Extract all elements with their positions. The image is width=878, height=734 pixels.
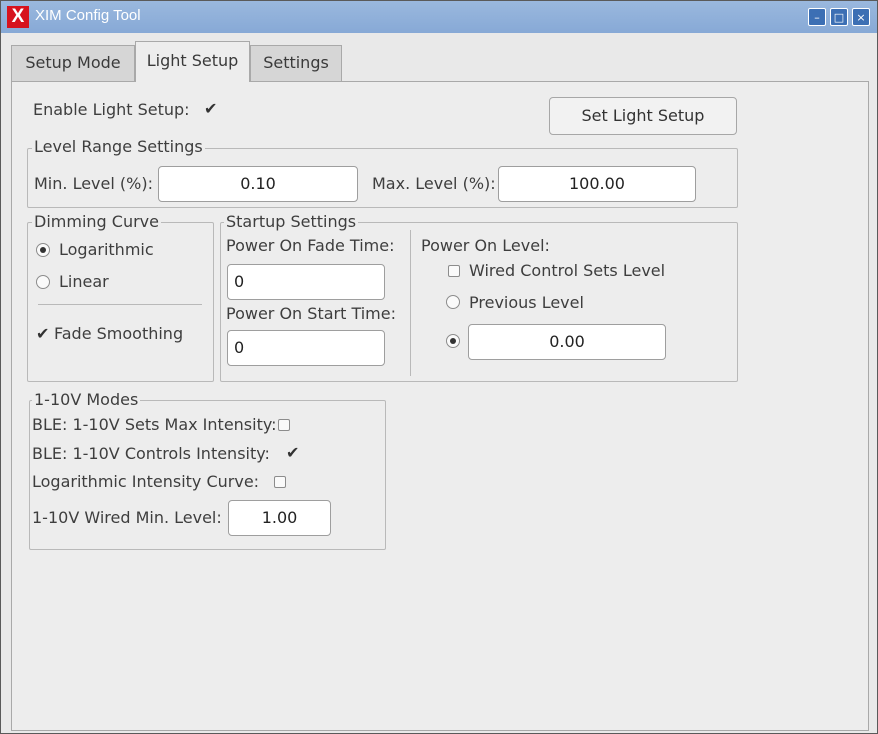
logarithmic-radio[interactable] [36, 243, 50, 257]
fade-time-label: Power On Fade Time: [226, 236, 395, 255]
enable-light-setup-label: Enable Light Setup: [33, 100, 190, 119]
tab-settings[interactable]: Settings [250, 45, 342, 81]
tab-setup-mode[interactable]: Setup Mode [11, 45, 135, 81]
previous-level-radio[interactable] [446, 295, 460, 309]
enable-light-setup-checkbox[interactable]: ✔ [204, 101, 217, 117]
power-on-level-input[interactable]: 0.00 [468, 324, 666, 360]
wired-min-input[interactable]: 1.00 [228, 500, 331, 536]
ble-max-label: BLE: 1-10V Sets Max Intensity: [32, 415, 277, 434]
window-title: XIM Config Tool [35, 7, 141, 24]
wired-control-checkbox[interactable] [448, 265, 460, 277]
level-range-title: Level Range Settings [32, 137, 205, 156]
max-level-label: Max. Level (%): [372, 174, 496, 193]
close-button[interactable]: × [852, 8, 870, 26]
light-setup-panel: Enable Light Setup: ✔ Set Light Setup Le… [11, 81, 869, 731]
ble-controls-label: BLE: 1-10V Controls Intensity: [32, 444, 270, 463]
linear-label: Linear [59, 272, 109, 291]
ble-controls-checkbox[interactable]: ✔ [286, 445, 299, 461]
fade-smoothing-label: Fade Smoothing [54, 324, 184, 343]
title-bar[interactable]: X XIM Config Tool – □ × [1, 1, 877, 33]
startup-divider [410, 230, 411, 376]
wired-control-label: Wired Control Sets Level [469, 261, 666, 280]
tab-light-setup[interactable]: Light Setup [135, 41, 250, 82]
set-light-setup-button[interactable]: Set Light Setup [549, 97, 737, 135]
power-on-level-label: Power On Level: [421, 236, 550, 255]
ble-max-checkbox[interactable] [278, 419, 290, 431]
fade-time-input[interactable]: 0 [227, 264, 385, 300]
log-curve-checkbox[interactable] [274, 476, 286, 488]
dimming-curve-title: Dimming Curve [32, 212, 161, 231]
max-level-input[interactable]: 100.00 [498, 166, 696, 202]
start-time-label: Power On Start Time: [226, 304, 396, 323]
min-level-label: Min. Level (%): [34, 174, 153, 193]
linear-radio[interactable] [36, 275, 50, 289]
custom-level-radio[interactable] [446, 334, 460, 348]
min-level-input[interactable]: 0.10 [158, 166, 358, 202]
logarithmic-label: Logarithmic [59, 240, 154, 259]
app-logo-icon: X [7, 6, 29, 28]
dimming-divider [38, 304, 202, 305]
maximize-button[interactable]: □ [830, 8, 848, 26]
minimize-button[interactable]: – [808, 8, 826, 26]
modes-title: 1-10V Modes [32, 390, 141, 409]
startup-settings-title: Startup Settings [224, 212, 359, 231]
log-curve-label: Logarithmic Intensity Curve: [32, 472, 260, 491]
start-time-input[interactable]: 0 [227, 330, 385, 366]
previous-level-label: Previous Level [469, 293, 584, 312]
wired-min-label: 1-10V Wired Min. Level: [32, 508, 222, 527]
fade-smoothing-checkbox[interactable]: ✔ [36, 326, 49, 342]
app-window: X XIM Config Tool – □ × Setup Mode Light… [0, 0, 878, 734]
